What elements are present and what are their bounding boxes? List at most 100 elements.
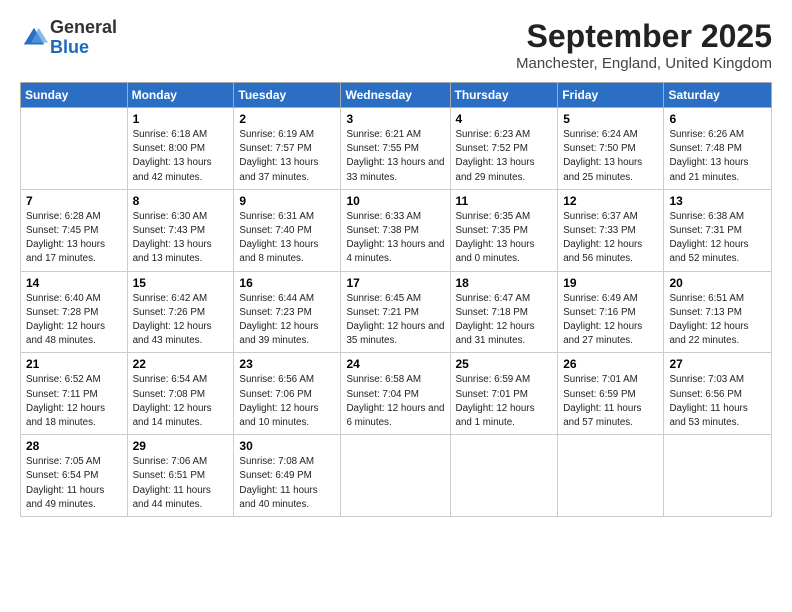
calendar-cell: 25 Sunrise: 6:59 AMSunset: 7:01 PMDayligh… [450, 353, 558, 435]
calendar-cell: 1Sunrise: 6:18 AMSunset: 8:00 PMDaylight… [127, 108, 234, 190]
title-block: September 2025 Manchester, England, Unit… [516, 18, 772, 72]
day-detail: Sunrise: 7:06 AMSunset: 6:51 PMDaylight:… [133, 455, 229, 512]
calendar-cell: 27 Sunrise: 7:03 AMSunset: 6:56 PMDayligh… [664, 353, 772, 435]
day-detail: Sunrise: 6:33 AMSunset: 7:38 PMDaylight:… [346, 210, 444, 267]
day-number: 25 [456, 357, 553, 371]
calendar-cell: 2 Sunrise: 6:19 AMSunset: 7:57 PMDaylight… [234, 108, 341, 190]
day-number: 22 [133, 357, 229, 371]
day-detail: Sunrise: 6:44 AMSunset: 7:23 PMDaylight:… [239, 292, 335, 349]
day-detail: Sunrise: 7:05 AMSunset: 6:54 PMDaylight:… [26, 455, 122, 512]
col-wednesday: Wednesday [341, 83, 450, 108]
day-detail: Sunrise: 6:19 AMSunset: 7:57 PMDaylight:… [239, 128, 335, 185]
calendar-cell: 5Sunrise: 6:24 AMSunset: 7:50 PMDaylight… [558, 108, 664, 190]
day-number: 16 [239, 276, 335, 290]
day-detail: Sunrise: 6:51 AMSunset: 7:13 PMDaylight:… [669, 292, 766, 349]
calendar-cell: 3 Sunrise: 6:21 AMSunset: 7:55 PMDaylight… [341, 108, 450, 190]
day-number: 30 [239, 439, 335, 453]
calendar-cell: 9Sunrise: 6:31 AMSunset: 7:40 PMDaylight… [234, 189, 341, 271]
calendar-table: Sunday Monday Tuesday Wednesday Thursday… [20, 82, 772, 517]
day-number: 21 [26, 357, 122, 371]
day-detail: Sunrise: 6:23 AMSunset: 7:52 PMDaylight:… [456, 128, 553, 185]
day-detail: Sunrise: 7:01 AMSunset: 6:59 PMDaylight:… [563, 373, 658, 430]
day-number: 5 [563, 112, 658, 126]
calendar-cell: 24 Sunrise: 6:58 AMSunset: 7:04 PMDayligh… [341, 353, 450, 435]
calendar-cell: 21Sunrise: 6:52 AMSunset: 7:11 PMDayligh… [21, 353, 128, 435]
day-number: 23 [239, 357, 335, 371]
page-header: General Blue September 2025 Manchester, … [20, 18, 772, 72]
calendar-cell [21, 108, 128, 190]
calendar-cell: 10 Sunrise: 6:33 AMSunset: 7:38 PMDayligh… [341, 189, 450, 271]
col-sunday: Sunday [21, 83, 128, 108]
day-number: 10 [346, 194, 444, 208]
calendar-cell: 23 Sunrise: 6:56 AMSunset: 7:06 PMDayligh… [234, 353, 341, 435]
calendar-cell: 22 Sunrise: 6:54 AMSunset: 7:08 PMDayligh… [127, 353, 234, 435]
logo-general: General [50, 17, 117, 37]
day-number: 18 [456, 276, 553, 290]
calendar-cell: 14Sunrise: 6:40 AMSunset: 7:28 PMDayligh… [21, 271, 128, 353]
day-detail: Sunrise: 6:21 AMSunset: 7:55 PMDaylight:… [346, 128, 444, 185]
day-number: 28 [26, 439, 122, 453]
calendar-header-row: Sunday Monday Tuesday Wednesday Thursday… [21, 83, 772, 108]
day-number: 4 [456, 112, 553, 126]
day-number: 8 [133, 194, 229, 208]
day-number: 9 [239, 194, 335, 208]
day-number: 24 [346, 357, 444, 371]
calendar-cell: 12 Sunrise: 6:37 AMSunset: 7:33 PMDayligh… [558, 189, 664, 271]
day-number: 13 [669, 194, 766, 208]
calendar-cell: 20 Sunrise: 6:51 AMSunset: 7:13 PMDayligh… [664, 271, 772, 353]
calendar-cell: 13 Sunrise: 6:38 AMSunset: 7:31 PMDayligh… [664, 189, 772, 271]
day-number: 27 [669, 357, 766, 371]
calendar-cell: 28 Sunrise: 7:05 AMSunset: 6:54 PMDayligh… [21, 435, 128, 517]
calendar-cell [450, 435, 558, 517]
calendar-cell [664, 435, 772, 517]
calendar-cell: 7 Sunrise: 6:28 AMSunset: 7:45 PMDaylight… [21, 189, 128, 271]
calendar-week-row: 14Sunrise: 6:40 AMSunset: 7:28 PMDayligh… [21, 271, 772, 353]
col-tuesday: Tuesday [234, 83, 341, 108]
calendar-week-row: 1Sunrise: 6:18 AMSunset: 8:00 PMDaylight… [21, 108, 772, 190]
calendar-cell: 15 Sunrise: 6:42 AMSunset: 7:26 PMDayligh… [127, 271, 234, 353]
day-number: 26 [563, 357, 658, 371]
calendar-cell: 18 Sunrise: 6:47 AMSunset: 7:18 PMDayligh… [450, 271, 558, 353]
calendar-cell: 6Sunrise: 6:26 AMSunset: 7:48 PMDaylight… [664, 108, 772, 190]
logo-icon [20, 24, 48, 52]
calendar-cell: 17 Sunrise: 6:45 AMSunset: 7:21 PMDayligh… [341, 271, 450, 353]
day-detail: Sunrise: 6:37 AMSunset: 7:33 PMDaylight:… [563, 210, 658, 267]
day-detail: Sunrise: 7:08 AMSunset: 6:49 PMDaylight:… [239, 455, 335, 512]
day-number: 12 [563, 194, 658, 208]
day-detail: Sunrise: 6:30 AMSunset: 7:43 PMDaylight:… [133, 210, 229, 267]
day-number: 15 [133, 276, 229, 290]
day-detail: Sunrise: 6:58 AMSunset: 7:04 PMDaylight:… [346, 373, 444, 430]
day-number: 2 [239, 112, 335, 126]
day-detail: Sunrise: 6:35 AMSunset: 7:35 PMDaylight:… [456, 210, 553, 267]
day-number: 20 [669, 276, 766, 290]
calendar-week-row: 28 Sunrise: 7:05 AMSunset: 6:54 PMDayligh… [21, 435, 772, 517]
calendar-cell: 4 Sunrise: 6:23 AMSunset: 7:52 PMDaylight… [450, 108, 558, 190]
day-number: 11 [456, 194, 553, 208]
day-detail: Sunrise: 6:38 AMSunset: 7:31 PMDaylight:… [669, 210, 766, 267]
day-detail: Sunrise: 6:28 AMSunset: 7:45 PMDaylight:… [26, 210, 122, 267]
day-number: 3 [346, 112, 444, 126]
day-number: 19 [563, 276, 658, 290]
day-detail: Sunrise: 6:59 AMSunset: 7:01 PMDaylight:… [456, 373, 553, 430]
calendar-cell [341, 435, 450, 517]
day-number: 17 [346, 276, 444, 290]
day-number: 29 [133, 439, 229, 453]
day-detail: Sunrise: 7:03 AMSunset: 6:56 PMDaylight:… [669, 373, 766, 430]
col-thursday: Thursday [450, 83, 558, 108]
day-detail: Sunrise: 6:40 AMSunset: 7:28 PMDaylight:… [26, 292, 122, 349]
logo-blue: Blue [50, 37, 89, 57]
day-detail: Sunrise: 6:47 AMSunset: 7:18 PMDaylight:… [456, 292, 553, 349]
day-number: 7 [26, 194, 122, 208]
day-detail: Sunrise: 6:54 AMSunset: 7:08 PMDaylight:… [133, 373, 229, 430]
month-title: September 2025 [516, 18, 772, 55]
calendar-cell: 8 Sunrise: 6:30 AMSunset: 7:43 PMDaylight… [127, 189, 234, 271]
day-detail: Sunrise: 6:42 AMSunset: 7:26 PMDaylight:… [133, 292, 229, 349]
col-monday: Monday [127, 83, 234, 108]
day-detail: Sunrise: 6:56 AMSunset: 7:06 PMDaylight:… [239, 373, 335, 430]
day-detail: Sunrise: 6:45 AMSunset: 7:21 PMDaylight:… [346, 292, 444, 349]
day-number: 6 [669, 112, 766, 126]
col-saturday: Saturday [664, 83, 772, 108]
day-detail: Sunrise: 6:49 AMSunset: 7:16 PMDaylight:… [563, 292, 658, 349]
calendar-cell [558, 435, 664, 517]
calendar-cell: 16 Sunrise: 6:44 AMSunset: 7:23 PMDayligh… [234, 271, 341, 353]
